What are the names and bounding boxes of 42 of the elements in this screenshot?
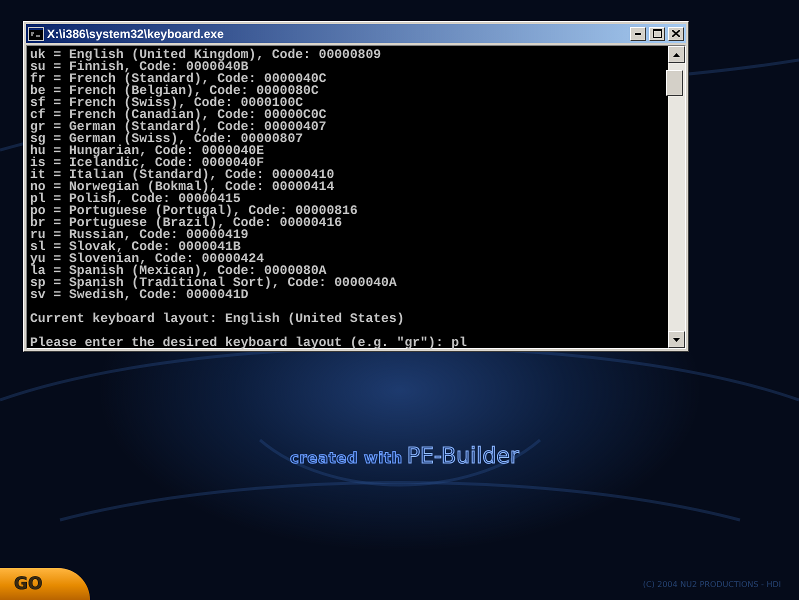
layout-line: po = Portuguese (Portugal), Code: 00000816: [30, 205, 358, 217]
layout-line: sp = Spanish (Traditional Sort), Code: 0000040A: [30, 277, 397, 289]
start-button[interactable]: GO: [0, 568, 90, 600]
copyright-text: (C) 2004 NU2 PRODUCTIONS - HDI: [642, 580, 781, 589]
window-title: X:\i386\system32\keyboard.exe: [47, 26, 225, 40]
close-icon: [672, 30, 680, 37]
maximize-button[interactable]: [649, 26, 665, 40]
maximize-icon: [652, 29, 662, 38]
layout-line: no = Norwegian (Bokmal), Code: 00000414: [30, 181, 334, 193]
current-layout-line: Current keyboard layout: English (United States): [30, 313, 404, 325]
wordmark-name: PE-Builder: [406, 444, 519, 469]
minimize-button[interactable]: [630, 26, 646, 40]
layout-line: gr = German (Standard), Code: 00000407: [30, 121, 326, 133]
down-arrow-icon: [673, 338, 680, 342]
minimize-icon: [635, 32, 641, 34]
layout-line: uk = English (United Kingdom), Code: 00000809: [30, 49, 382, 61]
layout-line: pl = Polish, Code: 00000415: [30, 193, 241, 205]
scrollbar[interactable]: [668, 46, 685, 348]
close-button[interactable]: [668, 26, 684, 40]
layout-line: sf = French (Swiss), Code: 0000100C: [30, 97, 304, 109]
scrollbar-thumb[interactable]: [666, 70, 683, 96]
up-arrow-icon: [673, 52, 680, 56]
layout-line: sv = Swedish, Code: 0000041D: [30, 289, 248, 301]
layout-line: su = Finnish, Code: 0000040B: [30, 61, 248, 73]
layout-line: br = Portuguese (Brazil), Code: 00000416: [30, 217, 342, 229]
input-field[interactable]: pl: [451, 337, 467, 349]
prompt-text: Please enter the desired keyboard layout (e.g. "gr"):: [30, 337, 444, 349]
scroll-up-button[interactable]: [668, 46, 685, 63]
layout-line: sl = Slovak, Code: 0000041B: [30, 241, 241, 253]
layout-line: be = French (Belgian), Code: 0000080C: [30, 85, 319, 97]
layout-line: is = Icelandic, Code: 0000040F: [30, 157, 264, 169]
layout-line: yu = Slovenian, Code: 00000424: [30, 253, 264, 265]
layout-line: hu = Hungarian, Code: 0000040E: [30, 145, 264, 157]
layout-line: it = Italian (Standard), Code: 00000410: [30, 169, 334, 181]
console-icon: [28, 26, 44, 40]
layout-line: cf = French (Canadian), Code: 00000C0C: [30, 109, 326, 121]
scroll-down-button[interactable]: [668, 331, 685, 348]
layout-line: fr = French (Standard), Code: 0000040C: [30, 73, 326, 85]
layout-line: ru = Russian, Code: 00000419: [30, 229, 248, 241]
wordmark-prefix: created with: [290, 449, 403, 467]
layout-line: sg = German (Swiss), Code: 00000807: [30, 133, 304, 145]
layout-line: la = Spanish (Mexican), Code: 0000080A: [30, 265, 326, 277]
